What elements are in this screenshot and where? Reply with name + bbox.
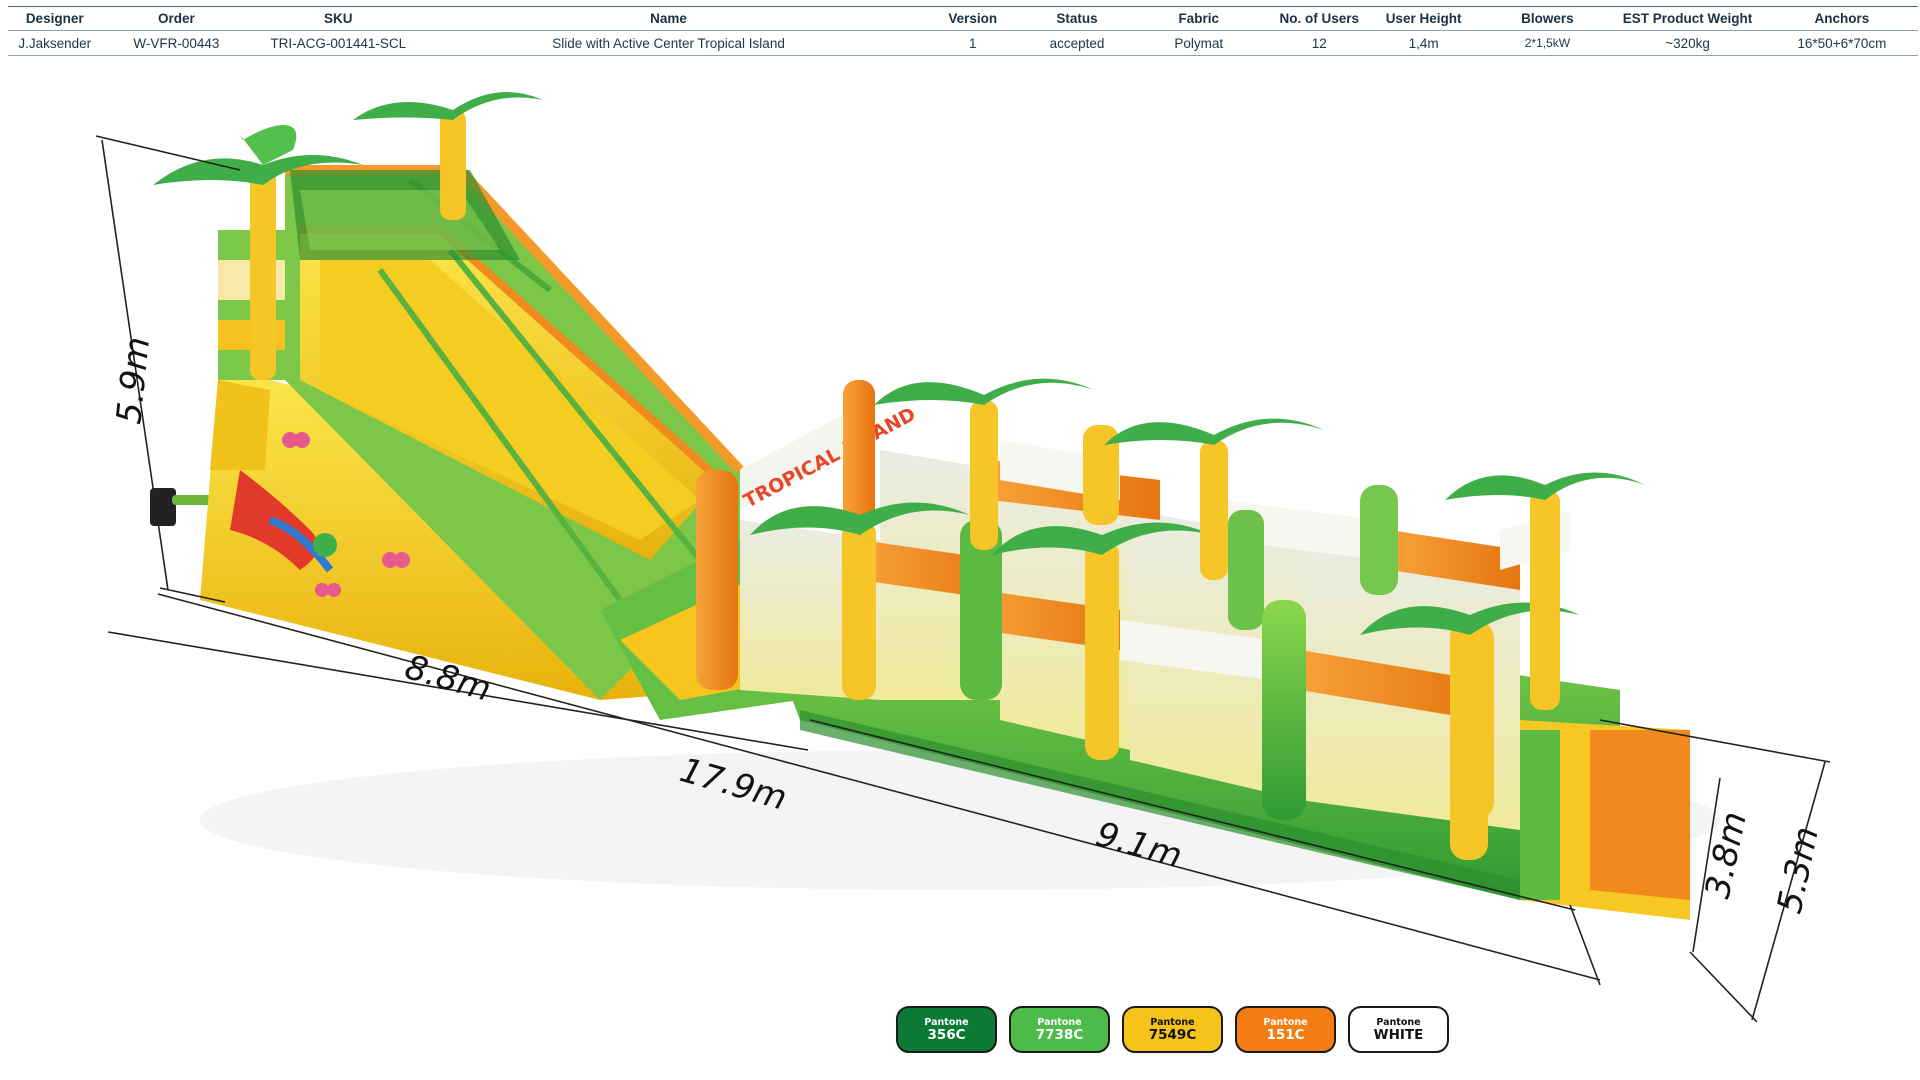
pantone-swatch-code: 7549C <box>1148 1026 1197 1043</box>
pantone-swatch-brand: Pantone <box>1150 1016 1195 1028</box>
pantone-swatch-356c: Pantone 356C <box>896 1006 997 1053</box>
dimension-height: 5.9m <box>109 335 158 426</box>
pantone-swatch-code: 7738C <box>1035 1026 1084 1043</box>
product-render: TROPICAL ISLAND 5.9m 8.8m 17.9m 9.1m 3.8… <box>95 92 1831 1023</box>
pantone-swatch-brand: Pantone <box>1263 1016 1308 1028</box>
pantone-swatch-brand: Pantone <box>1037 1016 1082 1028</box>
pantone-swatch-white: Pantone WHITE <box>1348 1006 1449 1053</box>
pantone-swatch-code: 151C <box>1266 1026 1305 1043</box>
pantone-swatch-brand: Pantone <box>924 1016 969 1028</box>
pantone-swatch-7738c: Pantone 7738C <box>1009 1006 1110 1053</box>
blower-icon <box>150 488 212 526</box>
pantone-swatches: Pantone 356C Pantone 7738C Pantone 7549C Panto… <box>896 1006 1449 1053</box>
dimension-outer-width: 5.3m <box>1770 823 1827 917</box>
pantone-swatch-code: 356C <box>927 1026 966 1043</box>
pantone-swatch-7549c: Pantone 7549C <box>1122 1006 1223 1053</box>
pantone-swatch-code: WHITE <box>1373 1026 1424 1043</box>
pantone-swatch-151c: Pantone 151C <box>1235 1006 1336 1053</box>
pantone-swatch-brand: Pantone <box>1376 1016 1421 1028</box>
